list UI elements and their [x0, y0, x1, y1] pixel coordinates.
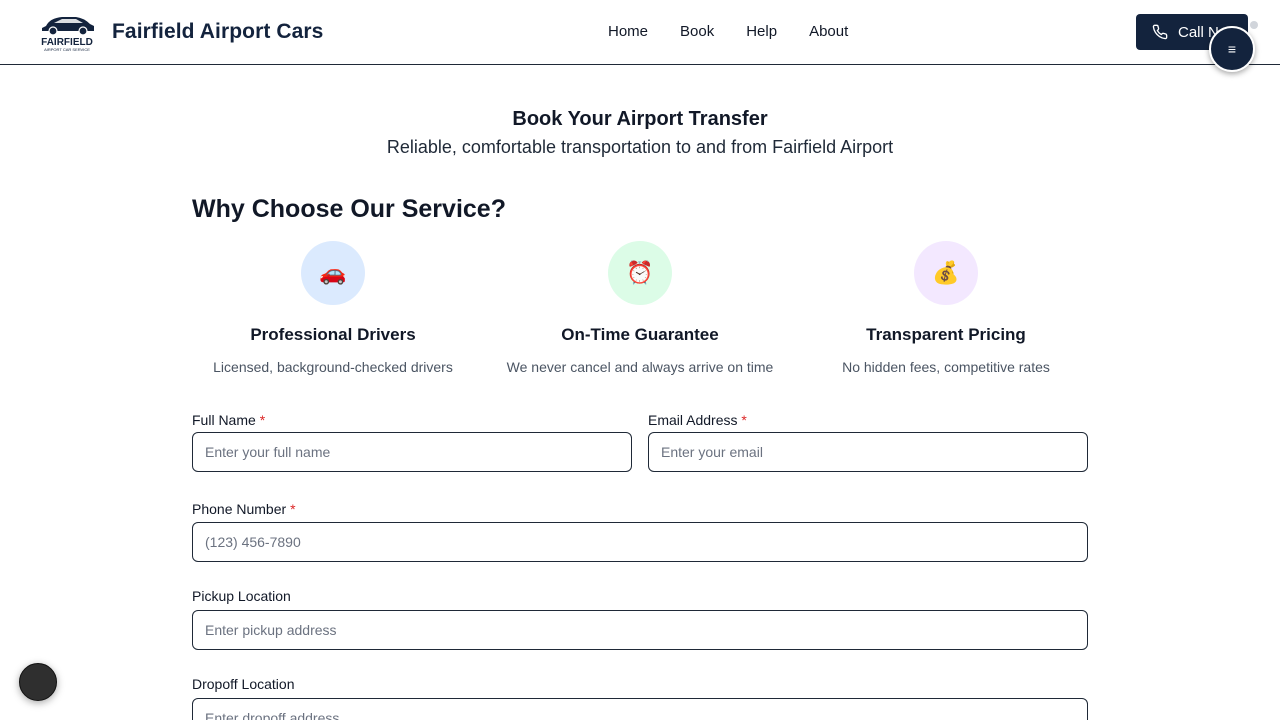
feature-on-time: ⏰ On-Time Guarantee We never cancel and … — [490, 241, 790, 375]
page-title: Book Your Airport Transfer — [512, 108, 768, 130]
logo-subtext: AIRPORT CAR SERVICE — [44, 47, 90, 52]
dropoff-location-input[interactable] — [192, 698, 1088, 720]
feature-description: Licensed, background-checked drivers — [213, 359, 453, 375]
phone-icon — [1152, 24, 1168, 40]
full-name-label-text: Full Name — [192, 412, 256, 428]
phone-label-text: Phone Number — [192, 501, 287, 517]
pickup-label-text: Pickup Location — [192, 588, 291, 604]
email-label-text: Email Address — [648, 412, 738, 428]
pickup-label: Pickup Location — [192, 588, 291, 604]
feature-professional-drivers: 🚗 Professional Drivers Licensed, backgro… — [183, 241, 483, 375]
phone-input[interactable] — [192, 522, 1088, 562]
dropoff-label: Dropoff Location — [192, 676, 294, 692]
required-marker: * — [741, 412, 747, 428]
nav-help[interactable]: Help — [746, 23, 777, 40]
nav-about[interactable]: About — [809, 23, 848, 40]
feature-title: Professional Drivers — [250, 325, 416, 344]
section-title: Why Choose Our Service? — [192, 195, 506, 223]
full-name-label: Full Name * — [192, 412, 265, 428]
site-header: FAIRFIELD AIRPORT CAR SERVICE Fairfield … — [0, 0, 1280, 72]
page-subtitle: Reliable, comfortable transportation to … — [386, 137, 894, 157]
required-marker: * — [290, 501, 296, 517]
feature-title: Transparent Pricing — [866, 325, 1026, 344]
alarm-clock-icon: ⏰ — [608, 241, 672, 305]
pickup-location-input[interactable] — [192, 610, 1088, 650]
nav-home[interactable]: Home — [608, 23, 648, 40]
phone-label: Phone Number * — [192, 501, 296, 517]
logo[interactable]: FAIRFIELD AIRPORT CAR SERVICE — [36, 12, 98, 52]
notification-dot — [1250, 21, 1258, 29]
full-name-input[interactable] — [192, 432, 632, 472]
dropoff-label-text: Dropoff Location — [192, 676, 295, 692]
brand-name[interactable]: Fairfield Airport Cars — [112, 20, 323, 44]
money-bag-icon: 💰 — [914, 241, 978, 305]
feature-transparent-pricing: 💰 Transparent Pricing No hidden fees, co… — [796, 241, 1096, 375]
car-icon: 🚗 — [301, 241, 365, 305]
nav-book[interactable]: Book — [680, 23, 714, 40]
required-marker: * — [259, 412, 266, 428]
email-label: Email Address * — [648, 412, 747, 428]
feature-description: No hidden fees, competitive rates — [842, 359, 1050, 375]
menu-fab-button[interactable]: ≡ — [1209, 26, 1255, 72]
main-nav: Home Book Help About — [608, 23, 880, 40]
chat-widget-button[interactable] — [19, 663, 57, 701]
feature-description: We never cancel and always arrive on tim… — [506, 359, 774, 375]
menu-icon: ≡ — [1227, 41, 1237, 57]
feature-title: On-Time Guarantee — [561, 325, 719, 344]
email-input[interactable] — [648, 432, 1088, 472]
